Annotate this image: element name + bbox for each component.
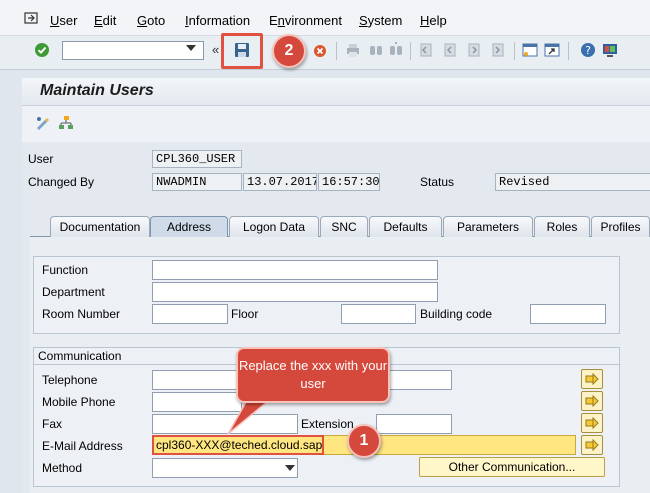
chevron-down-icon[interactable] [285, 465, 295, 471]
callout-2: 2 [272, 34, 306, 68]
building-code-field[interactable] [530, 304, 606, 324]
method-select[interactable] [152, 458, 298, 478]
find-icon[interactable] [368, 42, 384, 58]
menu-accelerator: n [277, 13, 285, 28]
department-field[interactable] [152, 282, 438, 302]
change-display-icon[interactable] [35, 115, 51, 131]
tab-parameters[interactable]: Parameters [443, 216, 533, 237]
toolbar-separator [514, 42, 515, 60]
layout-icon[interactable] [602, 42, 618, 58]
menu-accelerator: G [137, 13, 148, 28]
menu-system[interactable]: System [359, 13, 402, 28]
changed-date-field: 13.07.2017 [243, 173, 317, 191]
svg-text:?: ? [585, 44, 591, 57]
enter-check-icon[interactable] [34, 42, 50, 58]
menu-user[interactable]: User [50, 13, 77, 28]
help-icon[interactable]: ? [580, 42, 596, 58]
email-field[interactable]: cpl360-XXX@teched.cloud.sap [152, 435, 324, 455]
tab-snc[interactable]: SNC [320, 216, 368, 237]
arrow-right-icon [585, 395, 599, 407]
menu-accelerator: U [50, 13, 60, 28]
telephone-more-button[interactable] [581, 369, 603, 389]
last-page-icon[interactable] [490, 42, 506, 58]
other-communication-button[interactable]: Other Communication... [419, 457, 605, 477]
shortcut-icon[interactable] [544, 42, 560, 58]
toolbar-separator [410, 42, 411, 60]
extension-label: Extension [301, 417, 354, 431]
menu-goto[interactable]: Goto [137, 13, 165, 28]
email-more-button[interactable] [581, 435, 603, 455]
room-number-label: Room Number [42, 307, 121, 321]
tab-address[interactable]: Address [150, 216, 228, 237]
hierarchy-icon[interactable] [58, 115, 74, 131]
mobile-phone-label: Mobile Phone [42, 395, 116, 409]
menu-edit[interactable]: Edit [94, 13, 116, 28]
function-field[interactable] [152, 260, 438, 280]
fax-extension-field[interactable] [376, 414, 452, 434]
user-label: User [28, 152, 54, 166]
find-next-icon[interactable] [388, 42, 404, 58]
new-session-icon[interactable] [522, 42, 538, 58]
next-page-icon[interactable] [466, 42, 482, 58]
toolbar-separator [568, 42, 569, 60]
menu-help[interactable]: Help [420, 13, 447, 28]
arrow-right-icon [585, 417, 599, 429]
menu-accelerator: I [185, 13, 189, 28]
changed-by-label: Changed By [28, 175, 95, 189]
page-title: Maintain Users [40, 82, 154, 99]
arrow-right-icon [585, 439, 599, 451]
user-field[interactable]: CPL360_USER [152, 150, 242, 168]
building-code-label: Building code [420, 307, 493, 321]
tab-roles[interactable]: Roles [534, 216, 590, 237]
status-label: Status [420, 175, 455, 189]
menu-environment[interactable]: Environment [269, 13, 342, 28]
tab-defaults[interactable]: Defaults [369, 216, 442, 237]
instruction-text: Replace the xxx with your user [238, 358, 388, 391]
first-page-icon[interactable] [418, 42, 434, 58]
nav-collapse-icon[interactable]: « [212, 42, 219, 57]
save-highlight-frame [221, 33, 263, 69]
communication-title: Communication [38, 349, 122, 363]
telephone-label: Telephone [42, 373, 98, 387]
arrow-right-icon [585, 373, 599, 385]
chevron-down-icon[interactable] [186, 45, 196, 51]
menu-accelerator: H [420, 13, 430, 28]
menu-information[interactable]: Information [185, 13, 250, 28]
tab-profiles[interactable]: Profiles [591, 216, 650, 237]
toolbar-separator [336, 42, 337, 60]
room-number-field[interactable] [152, 304, 228, 324]
department-label: Department [42, 285, 105, 299]
fax-more-button[interactable] [581, 413, 603, 433]
tab-logon-data[interactable]: Logon Data [229, 216, 319, 237]
instruction-callout: Replace the xxx with your user [236, 347, 390, 403]
sap-menu-icon[interactable] [24, 12, 38, 24]
prev-page-icon[interactable] [442, 42, 458, 58]
print-icon[interactable] [345, 42, 361, 58]
status-field: Revised [495, 173, 650, 191]
changed-time-field: 16:57:30 [318, 173, 380, 191]
menu-accelerator: S [359, 13, 368, 28]
tab-documentation[interactable]: Documentation [50, 216, 150, 237]
fax-label: Fax [42, 417, 63, 431]
application-toolbar [22, 106, 650, 142]
command-field[interactable] [62, 41, 204, 60]
cancel-icon[interactable] [312, 42, 328, 58]
menu-accelerator: E [94, 13, 103, 28]
function-label: Function [42, 263, 89, 277]
method-label: Method [42, 461, 83, 475]
floor-field[interactable] [341, 304, 416, 324]
email-label: E-Mail Address [42, 439, 123, 453]
mobile-more-button[interactable] [581, 391, 603, 411]
callout-1: 1 [347, 424, 381, 458]
floor-label: Floor [231, 307, 259, 321]
changed-by-field: NWADMIN [152, 173, 242, 191]
